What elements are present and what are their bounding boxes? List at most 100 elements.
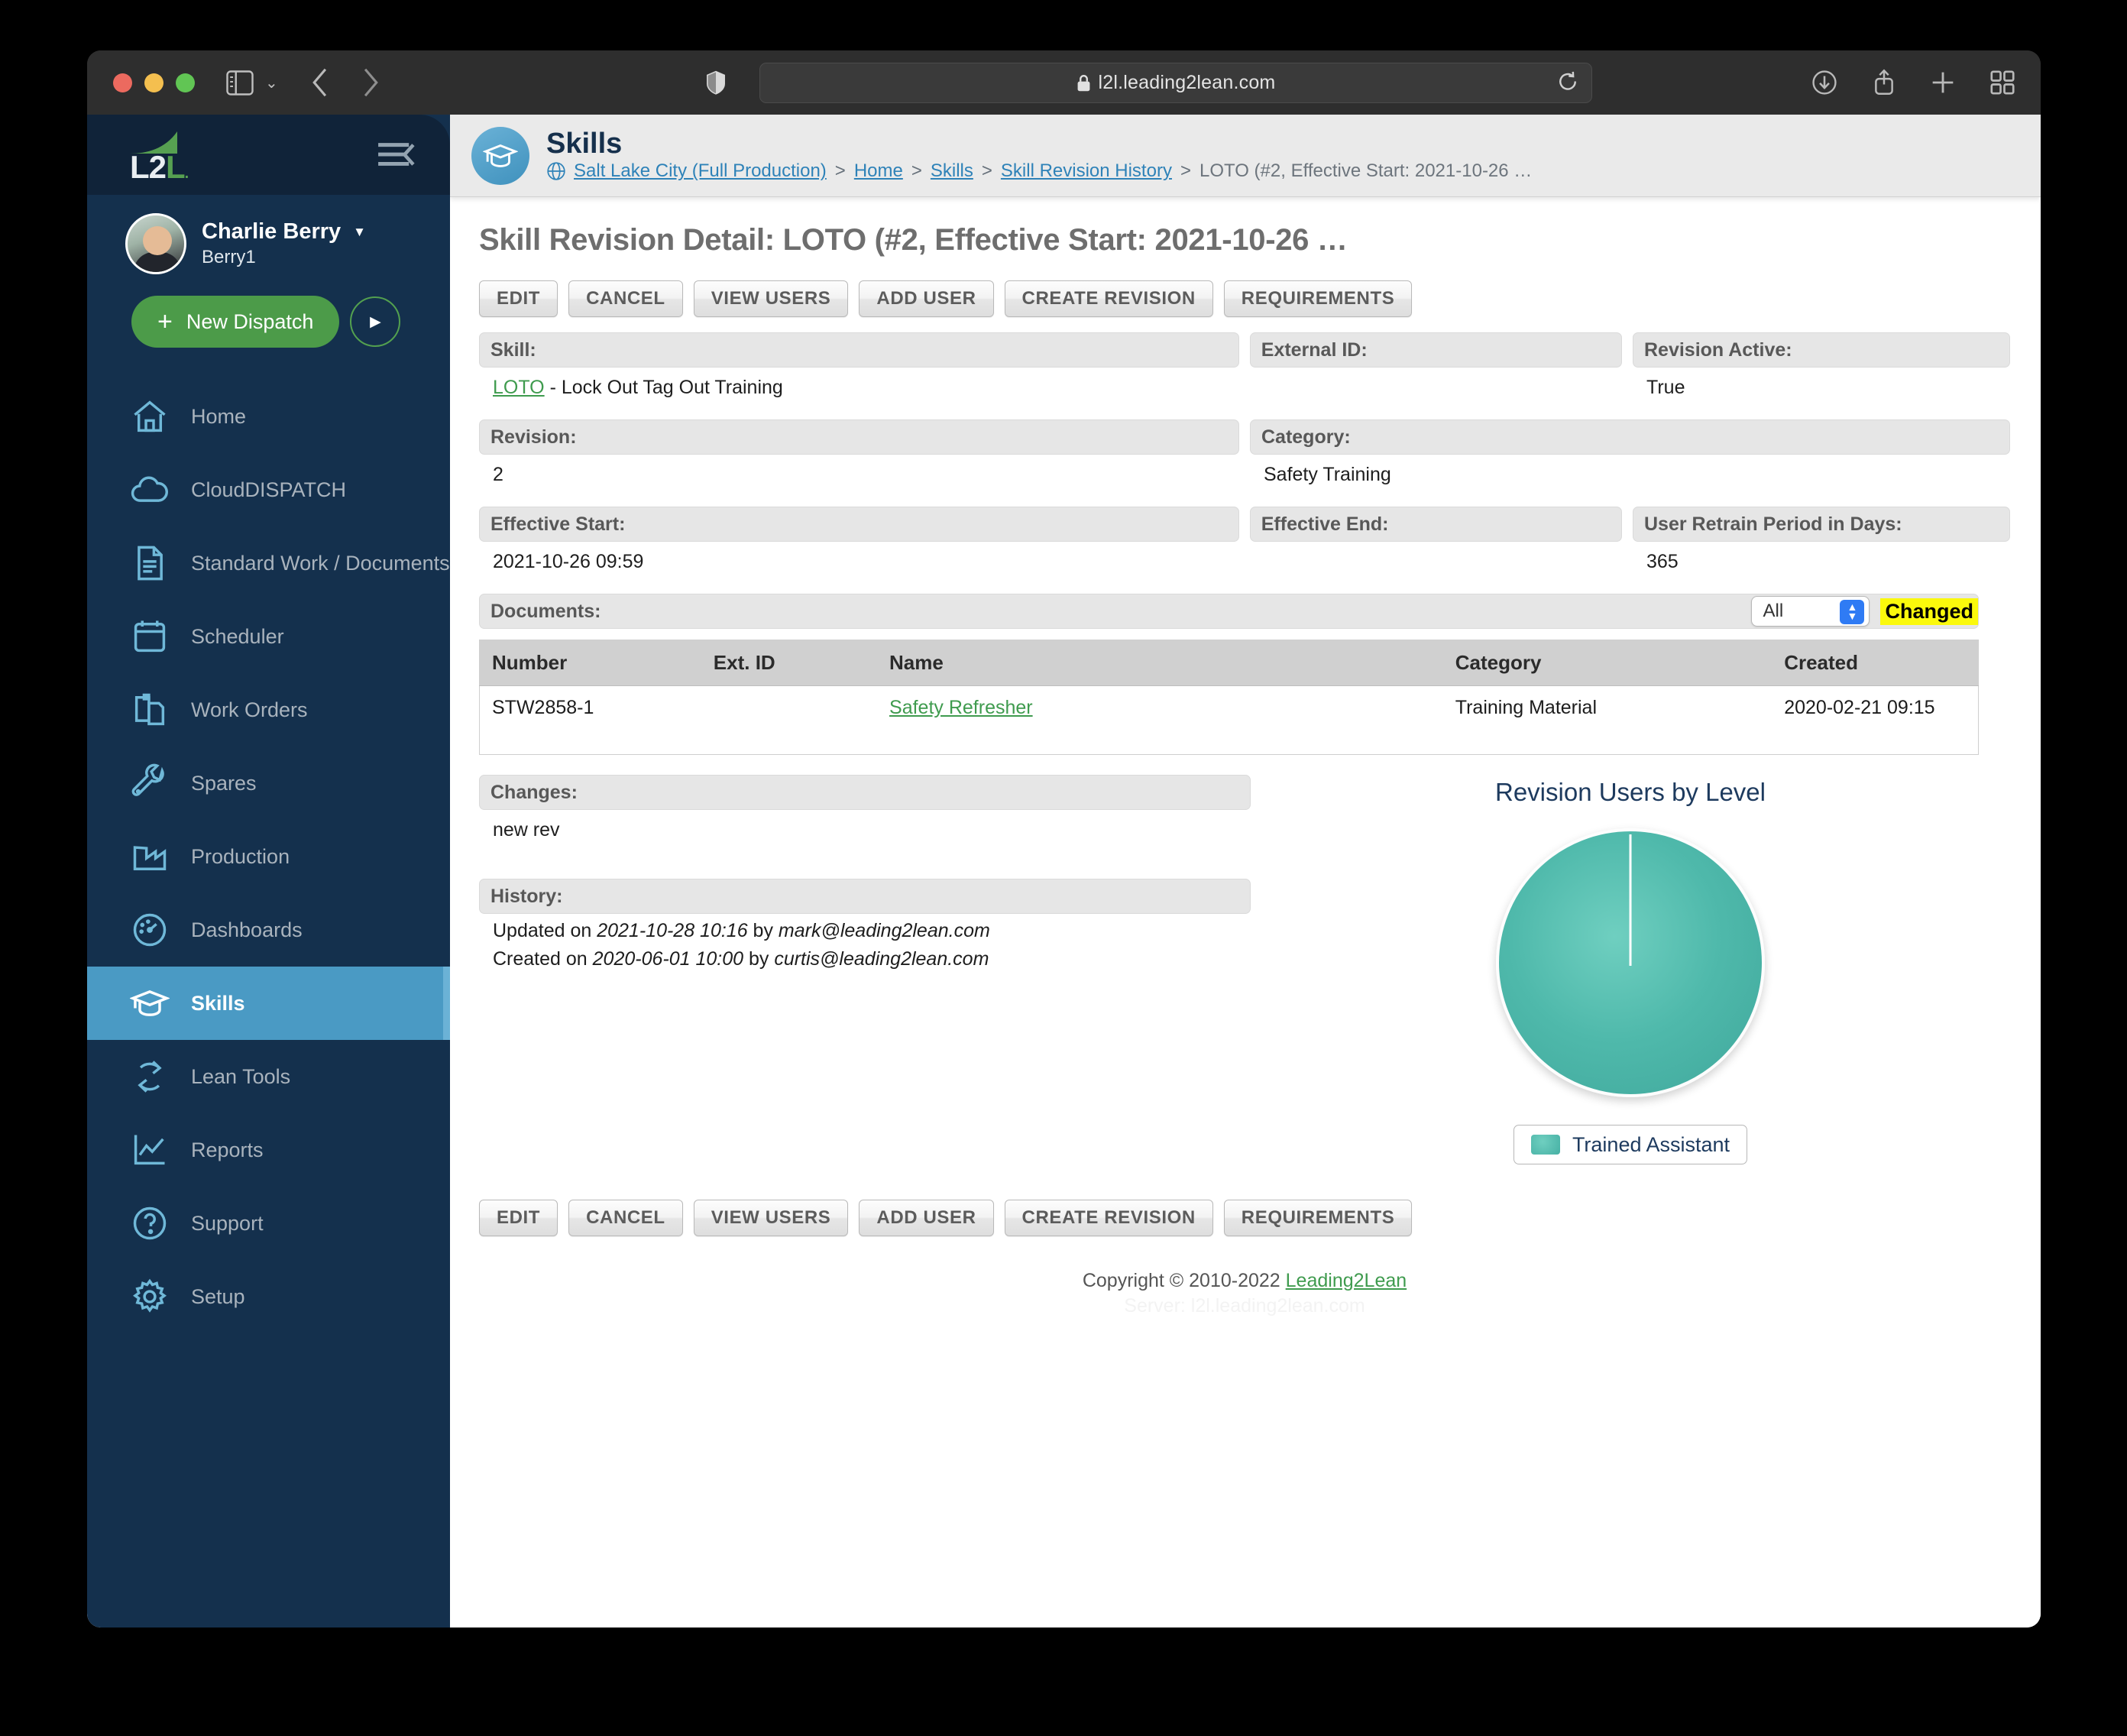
- cancel-button[interactable]: CANCEL: [568, 280, 683, 317]
- leading2lean-link[interactable]: Leading2Lean: [1286, 1270, 1407, 1291]
- tab-overview-icon[interactable]: [1990, 70, 2015, 95]
- share-icon[interactable]: [1873, 69, 1896, 96]
- history-mid: by: [747, 920, 779, 941]
- minimize-window-button[interactable]: [144, 73, 163, 92]
- field-row-2: Revision: 2 Category: Safety Training: [479, 419, 2010, 504]
- chevron-down-icon[interactable]: ⌄: [265, 73, 278, 92]
- gauge-icon: [130, 910, 170, 950]
- sidebar-item-support[interactable]: Support: [87, 1187, 450, 1260]
- sidebar-item-spares[interactable]: Spares: [87, 747, 450, 820]
- browser-toolbar: ⌄ l2l.leading2lean.com: [87, 50, 2041, 115]
- sidebar-item-dashboards[interactable]: Dashboards: [87, 893, 450, 967]
- logo-text-left: L2: [130, 148, 167, 185]
- cancel-button-bottom[interactable]: CANCEL: [568, 1200, 683, 1236]
- sidebar-item-skills[interactable]: Skills: [87, 967, 450, 1040]
- column-header-number[interactable]: Number: [479, 640, 701, 686]
- field-value-external-id: [1250, 368, 1622, 416]
- graduation-cap-icon: [130, 983, 170, 1023]
- table-row[interactable]: STW2858-1 Safety Refresher Training Mate…: [479, 685, 1979, 755]
- new-dispatch-label: New Dispatch: [186, 309, 314, 333]
- sidebar-item-lean-tools[interactable]: Lean Tools: [87, 1040, 450, 1113]
- sidebar-collapse-icon[interactable]: [377, 139, 415, 171]
- pie-slice-trained-assistant[interactable]: [1496, 828, 1765, 1097]
- downloads-icon[interactable]: [1811, 70, 1837, 96]
- new-dispatch-button[interactable]: + New Dispatch: [131, 296, 340, 348]
- sidebar-item-production[interactable]: Production: [87, 820, 450, 893]
- sidebar-item-work-orders[interactable]: Work Orders: [87, 673, 450, 747]
- create-revision-button-bottom[interactable]: CREATE REVISION: [1004, 1200, 1213, 1236]
- requirements-button[interactable]: REQUIREMENTS: [1223, 280, 1413, 317]
- close-window-button[interactable]: [113, 73, 132, 92]
- maximize-window-button[interactable]: [176, 73, 195, 92]
- sidebar-item-standard-work-documents[interactable]: Standard Work / Documents: [87, 526, 450, 600]
- document-name-link[interactable]: Safety Refresher: [889, 697, 1033, 718]
- breadcrumb-link-home[interactable]: Home: [854, 160, 903, 182]
- column-header-name[interactable]: Name: [877, 640, 1443, 686]
- page-footer: Copyright © 2010-2022 Leading2Lean Serve…: [479, 1270, 2010, 1317]
- view-users-button-bottom[interactable]: VIEW USERS: [693, 1200, 849, 1236]
- breadcrumb-current: LOTO (#2, Effective Start: 2021-10-26 …: [1199, 160, 1533, 182]
- sidebar-item-label: Work Orders: [191, 698, 308, 721]
- sidebar-user-block[interactable]: Charlie Berry ▼ Berry1: [87, 195, 450, 274]
- field-revision: Revision: 2: [479, 419, 1239, 504]
- sidebar-item-reports[interactable]: Reports: [87, 1113, 450, 1187]
- sidebar-nav: Home CloudDISPATCH Standard Work / Docum…: [87, 380, 450, 1333]
- field-value-skill: LOTO - Lock Out Tag Out Training: [479, 368, 1239, 416]
- history-label: History:: [479, 879, 1251, 914]
- breadcrumb-site-link[interactable]: Salt Lake City (Full Production): [574, 160, 827, 182]
- requirements-button-bottom[interactable]: REQUIREMENTS: [1223, 1200, 1413, 1236]
- view-users-button[interactable]: VIEW USERS: [693, 280, 849, 317]
- sidebar-item-label: Reports: [191, 1138, 264, 1161]
- pie-chart: [1496, 828, 1765, 1097]
- privacy-shield-icon[interactable]: [706, 70, 726, 95]
- add-user-button[interactable]: ADD USER: [859, 280, 994, 317]
- logo-text-right: L: [166, 148, 186, 185]
- cell-name: Safety Refresher: [877, 685, 1443, 755]
- sidebar-item-label: Standard Work / Documents: [191, 551, 450, 575]
- sidebar-item-scheduler[interactable]: Scheduler: [87, 600, 450, 673]
- plus-icon[interactable]: [1931, 70, 1955, 95]
- breadcrumb-link-skills[interactable]: Skills: [931, 160, 973, 182]
- field-value-revision-active: True: [1646, 377, 1685, 398]
- back-chevron-icon[interactable]: [312, 68, 329, 97]
- documents-label-text: Documents:: [490, 600, 601, 622]
- chart-legend[interactable]: Trained Assistant: [1513, 1125, 1748, 1164]
- l2l-logo[interactable]: L2L.: [130, 128, 214, 185]
- edit-button[interactable]: EDIT: [479, 280, 558, 317]
- field-label: Effective Start:: [479, 507, 1239, 542]
- forward-chevron-icon[interactable]: [362, 68, 379, 97]
- add-user-button-bottom[interactable]: ADD USER: [859, 1200, 994, 1236]
- field-label: User Retrain Period in Days:: [1633, 507, 2010, 542]
- reload-icon[interactable]: [1558, 70, 1578, 96]
- gear-icon: [130, 1277, 170, 1317]
- sidebar-item-setup[interactable]: Setup: [87, 1260, 450, 1333]
- sidebar-item-home[interactable]: Home: [87, 380, 450, 453]
- chevron-down-icon[interactable]: ▼: [353, 225, 366, 240]
- create-revision-button[interactable]: CREATE REVISION: [1004, 280, 1213, 317]
- browser-window: ⌄ l2l.leading2lean.com L2L. Charlie Berr…: [87, 50, 2041, 1628]
- address-bar[interactable]: l2l.leading2lean.com: [759, 63, 1592, 103]
- cell-created: 2020-02-21 09:15: [1772, 685, 1979, 755]
- field-label: Category:: [1250, 419, 2010, 455]
- skill-description: - Lock Out Tag Out Training: [544, 377, 783, 398]
- column-header-category[interactable]: Category: [1442, 640, 1772, 686]
- breadcrumb-link-skill-revision-history[interactable]: Skill Revision History: [1001, 160, 1172, 182]
- column-header-created[interactable]: Created: [1772, 640, 1979, 686]
- skill-code-link[interactable]: LOTO: [493, 377, 545, 398]
- dispatch-expand-button[interactable]: ▶: [350, 296, 401, 347]
- play-arrow-icon: ▶: [370, 313, 381, 330]
- field-label: Skill:: [479, 332, 1239, 368]
- sidebar-toggle-icon[interactable]: [225, 70, 254, 96]
- browser-toolbar-right: [1811, 69, 2015, 96]
- breadcrumb-separator: >: [981, 160, 992, 182]
- document-icon: [130, 543, 170, 583]
- column-header-ext-id[interactable]: Ext. ID: [701, 640, 878, 686]
- top-action-button-row: EDIT CANCEL VIEW USERS ADD USER CREATE R…: [479, 280, 2010, 317]
- documents-section-label: Documents: All ▲ ▼ Changed: [479, 594, 1979, 629]
- sidebar-header: L2L.: [87, 115, 450, 195]
- edit-button-bottom[interactable]: EDIT: [479, 1200, 558, 1236]
- page-title: Skill Revision Detail: LOTO (#2, Effecti…: [479, 223, 1348, 257]
- breadcrumb-separator: >: [911, 160, 922, 182]
- sidebar-item-clouddispatch[interactable]: CloudDISPATCH: [87, 453, 450, 526]
- documents-filter-select[interactable]: All ▲ ▼: [1751, 596, 1870, 627]
